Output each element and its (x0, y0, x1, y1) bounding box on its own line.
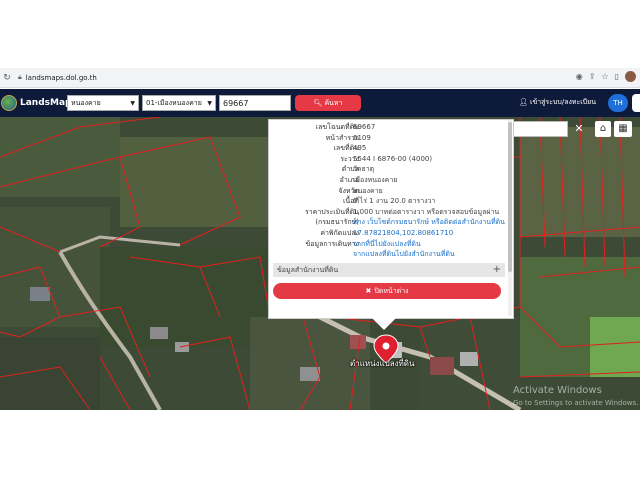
chevron-down-icon: ▼ (207, 99, 212, 107)
user-icon: 👤︎ (518, 98, 528, 106)
info-row: ตำบล วัดธาตุ (269, 164, 509, 174)
url-text[interactable]: landsmaps.dol.go.th (26, 74, 97, 82)
info-value: หนองคาย (353, 186, 383, 195)
info-link[interactable]: จากที่นี่ไปยังแปลงที่ดิน (353, 239, 421, 249)
info-value: วัดธาตุ (353, 165, 375, 174)
info-row: (กรมธนารักษ์) ทาง เว็บไซต์กรมธนารักษ์ หรื… (269, 217, 509, 227)
info-value: 1,000 บาทต่อตารางวา หรือตรวจสอบข้อมูลผ่า… (353, 207, 500, 216)
logo-icon (1, 95, 17, 111)
info-link[interactable]: ทาง เว็บไซต์กรมธนารักษ์ หรือติดต่อสำนักง… (353, 217, 505, 227)
land-office-label: ข้อมูลสำนักงานที่ดิน (277, 266, 339, 274)
info-label: ราคาประเมินที่ดิน (304, 207, 359, 216)
home-icon[interactable]: ⌂ (595, 121, 611, 137)
info-value: 495 (353, 144, 367, 153)
close-icon[interactable]: ✕ (570, 121, 588, 137)
blank-top-area (0, 0, 640, 68)
info-row: ค่าพิกัดแปลง 17.87821804,102.80861710 (269, 228, 509, 238)
logo-text: LandsMaps (20, 98, 77, 108)
district-select[interactable]: 01-เมืองหนองคาย ▼ (142, 95, 216, 111)
popup-pointer (372, 318, 396, 330)
chevron-down-icon: ▼ (130, 99, 135, 107)
location-icon[interactable]: ◉ (576, 72, 583, 81)
share-icon[interactable]: ⇪ (589, 72, 596, 81)
info-row: ข้อมูลการเดินทาง จากที่นี่ไปยังแปลงที่ดิน (269, 239, 509, 249)
info-row: จากแปลงที่ดินไปยังสำนักงานที่ดิน (269, 249, 509, 259)
info-row: เลขโฉนดที่ดิน 69667 (269, 122, 509, 132)
search-icon: 🔍︎ (313, 99, 323, 107)
browser-address-bar: ↻ 🔒︎ landsmaps.dol.go.th ◉ ⇪ ☆ ▯ (0, 68, 640, 88)
lock-icon: 🔒︎ (18, 73, 22, 81)
land-office-section[interactable]: ข้อมูลสำนักงานที่ดิน + (273, 263, 505, 277)
app-header: LandsMaps หนองคาย ▼ 01-เมืองหนองคาย ▼ 🔍︎… (0, 89, 640, 117)
info-value: 6109 (353, 133, 371, 142)
info-row: เลขที่ดิน 495 (269, 143, 509, 153)
info-value: 0 ไร่ 1 งาน 20.0 ตารางวา (353, 197, 436, 206)
district-select-value: 01-เมืองหนองคาย (146, 98, 202, 107)
info-value: 5544 I 6876-00 (4000) (353, 154, 433, 163)
info-value: เมืองหนองคาย (353, 176, 398, 184)
url-box[interactable]: 🔒︎ landsmaps.dol.go.th (18, 73, 97, 82)
close-icon: ✖ (365, 287, 372, 295)
province-select-value: หนองคาย (71, 98, 101, 107)
windows-watermark-sub: Go to Settings to activate Windows. (513, 399, 639, 407)
refresh-icon[interactable]: ↻ (0, 73, 14, 83)
blank-bottom-area (0, 410, 640, 480)
popup-scrollbar[interactable] (508, 120, 512, 316)
info-row: อำเภอ เมืองหนองคาย (269, 175, 509, 185)
avatar[interactable] (625, 71, 636, 82)
search-button[interactable]: 🔍︎ ค้นหา (295, 95, 361, 111)
info-value: 69667 (353, 123, 376, 131)
info-row: ระวาง 5544 I 6876-00 (4000) (269, 154, 509, 164)
close-window-label: ปิดหน้าต่าง (374, 286, 409, 295)
parcel-number-input[interactable] (219, 95, 291, 111)
language-label: TH (613, 99, 623, 107)
info-row: เนื้อที่ 0 ไร่ 1 งาน 20.0 ตารางวา (269, 196, 509, 206)
side-tab[interactable] (632, 94, 640, 112)
parcel-info-popup: เลขโฉนดที่ดิน 69667 หน้าสำรวจ 6109 เลขที่ดิน… (268, 119, 514, 319)
login-label: เข้าสู่ระบบ/ลงทะเบียน (530, 98, 596, 106)
info-label: ข้อมูลการเดินทาง (305, 239, 359, 248)
province-select[interactable]: หนองคาย ▼ (67, 95, 139, 111)
search-button-label: ค้นหา (324, 98, 343, 107)
star-icon[interactable]: ☆ (601, 72, 608, 81)
plus-icon[interactable]: + (493, 263, 501, 277)
browser-actions: ◉ ⇪ ☆ ▯ (576, 71, 636, 82)
info-row: ราคาประเมินที่ดิน 1,000 บาทต่อตารางวา หรื… (269, 207, 509, 217)
login-link[interactable]: 👤︎ เข้าสู่ระบบ/ลงทะเบียน (519, 97, 596, 108)
pin-label: ตำแหน่งแปลงที่ดิน (350, 359, 415, 368)
info-row: หน้าสำรวจ 6109 (269, 133, 509, 143)
language-button[interactable]: TH (608, 94, 628, 112)
info-link[interactable]: 17.87821804,102.80861710 (353, 228, 453, 238)
popup-scroll-thumb[interactable] (508, 122, 512, 272)
sidebar-icon[interactable]: ▯ (615, 72, 619, 81)
close-window-button[interactable]: ✖ ปิดหน้าต่าง (273, 283, 501, 299)
info-row: จังหวัด หนองคาย (269, 186, 509, 196)
windows-watermark-title: Activate Windows (513, 385, 602, 396)
info-link[interactable]: จากแปลงที่ดินไปยังสำนักงานที่ดิน (353, 249, 455, 259)
grid-icon[interactable]: ▦ (614, 121, 632, 137)
